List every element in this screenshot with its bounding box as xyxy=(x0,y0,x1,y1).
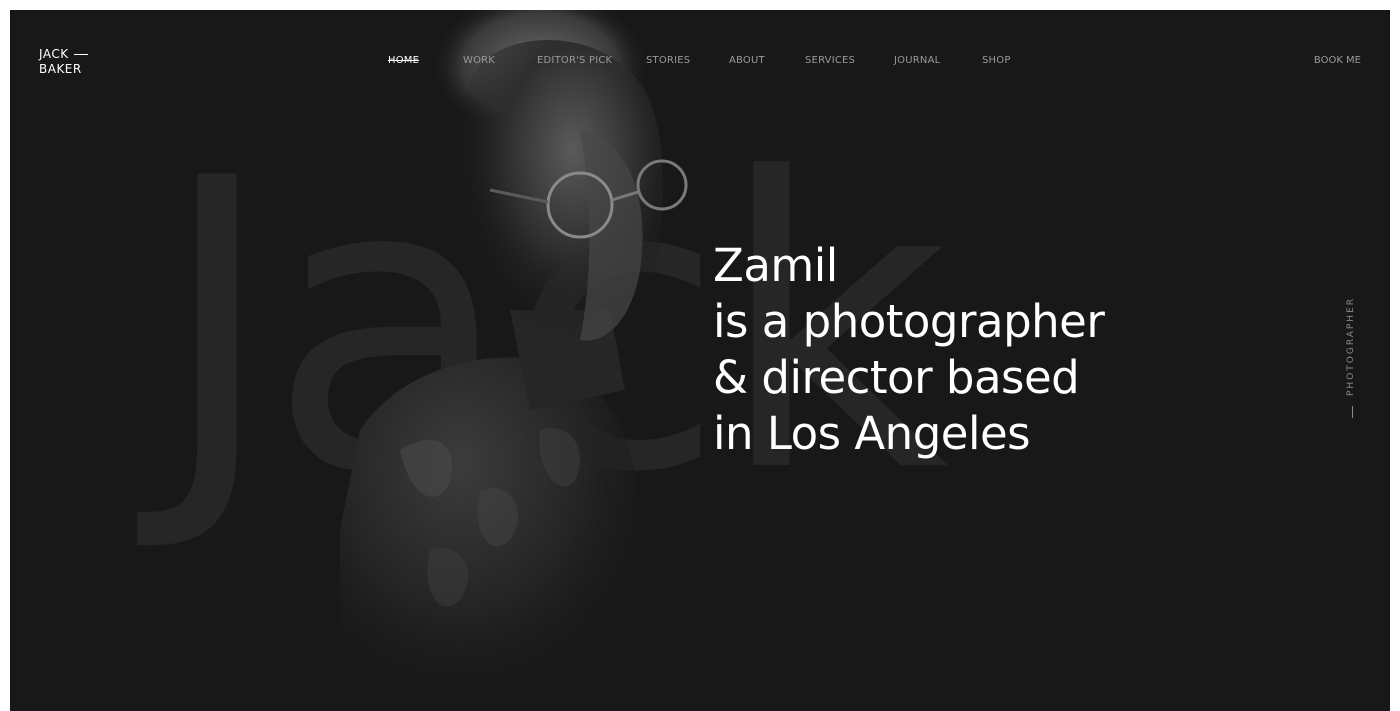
nav-item-editors-pick[interactable]: EDITOR'S PICK xyxy=(537,55,612,66)
nav-item-about[interactable]: ABOUT xyxy=(729,55,765,66)
nav-item-journal[interactable]: JOURNAL xyxy=(894,55,940,66)
side-label-tick xyxy=(1352,406,1353,418)
portrait-photo xyxy=(340,10,740,711)
hero-section: Jack xyxy=(10,10,1390,711)
main-nav: HOME WORK EDITOR'S PICK STORIES ABOUT SE… xyxy=(10,55,1390,69)
headline-line-2: is a photographer xyxy=(713,295,1105,348)
headline-line-4: in Los Angeles xyxy=(713,407,1031,460)
nav-item-home[interactable]: HOME xyxy=(388,55,419,66)
headline-line-1: Zamil xyxy=(713,239,838,292)
side-label-text: PHOTOGRAPHER xyxy=(1346,296,1356,396)
hero-headline: Zamil is a photographer & director based… xyxy=(713,238,1105,462)
nav-item-shop[interactable]: SHOP xyxy=(982,55,1011,66)
nav-item-services[interactable]: SERVICES xyxy=(805,55,855,66)
nav-item-work[interactable]: WORK xyxy=(463,55,495,66)
book-me-link[interactable]: BOOK ME xyxy=(1314,55,1361,66)
headline-line-3: & director based xyxy=(713,351,1080,404)
nav-item-stories[interactable]: STORIES xyxy=(646,55,690,66)
side-label: PHOTOGRAPHER xyxy=(1346,296,1360,426)
